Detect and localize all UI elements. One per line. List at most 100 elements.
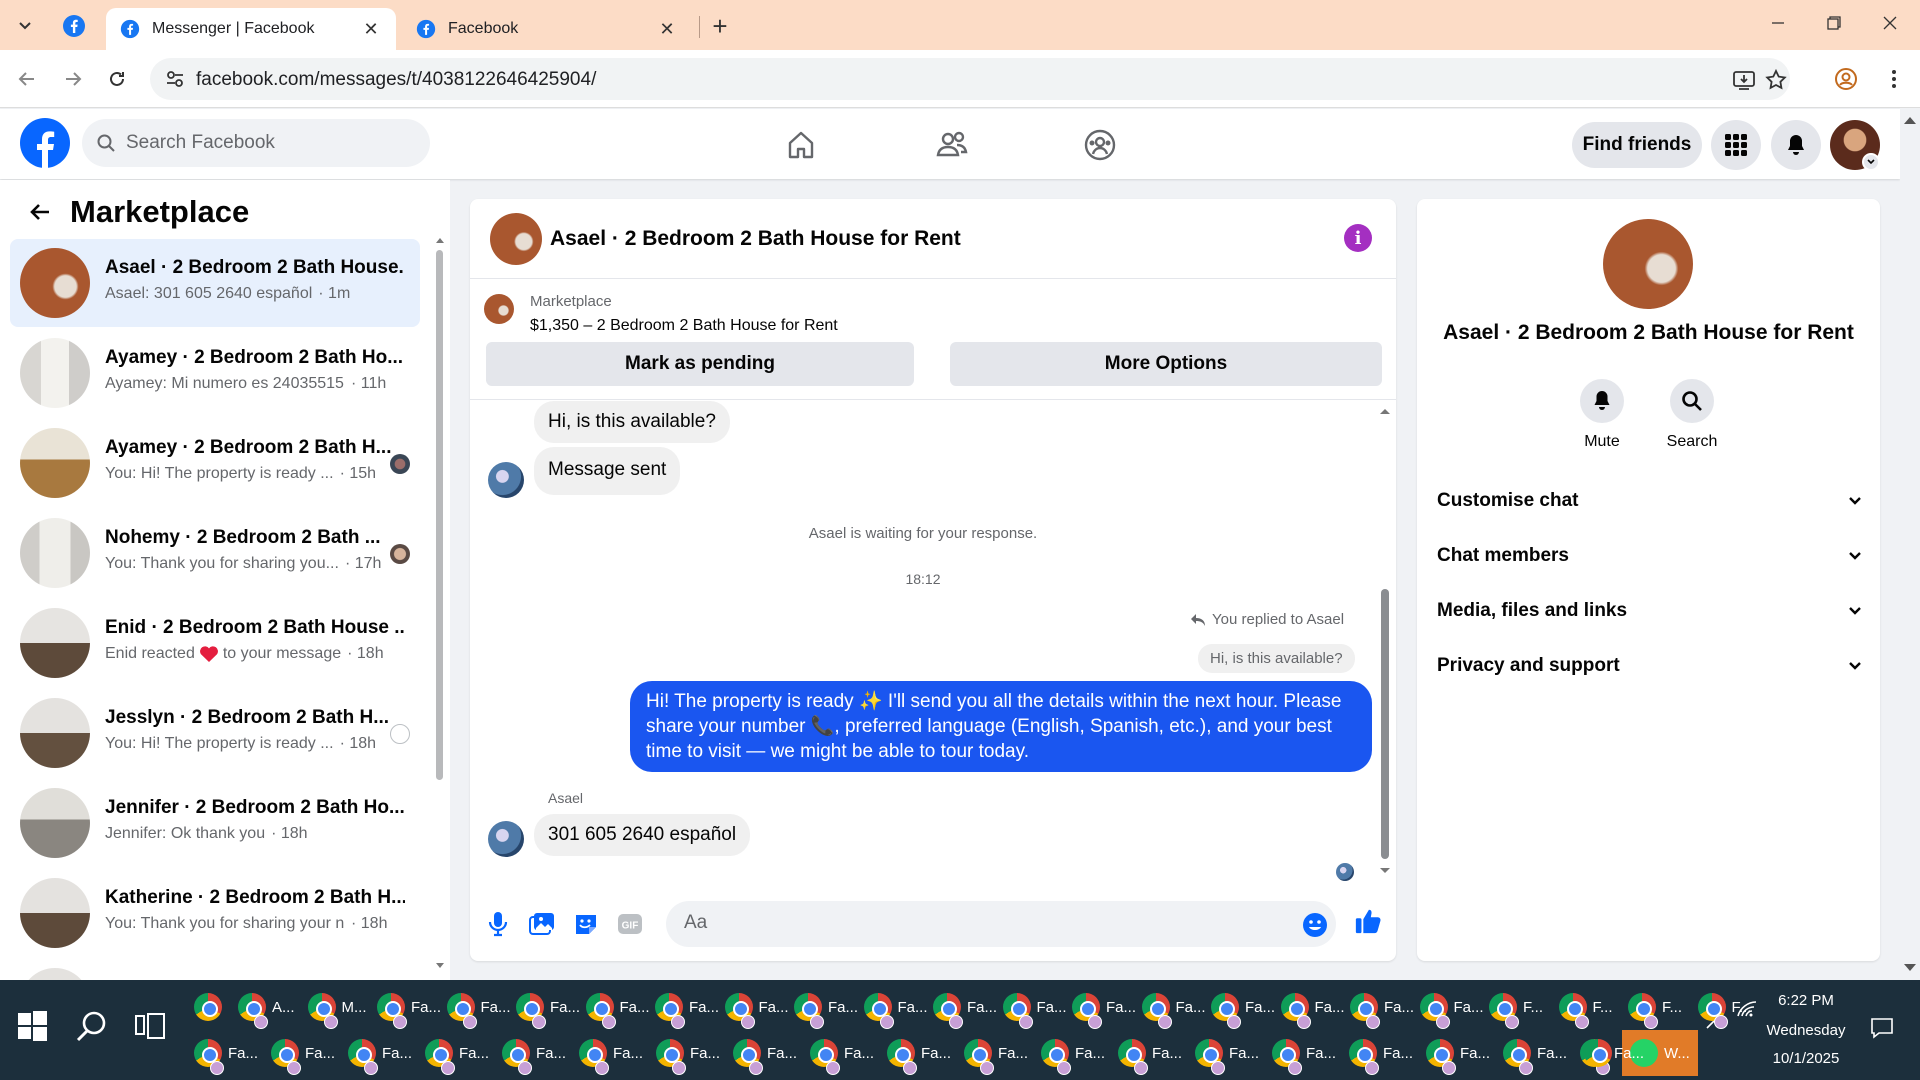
tab-messenger[interactable]: Messenger | Facebook ✕ <box>106 8 396 50</box>
search-icon[interactable] <box>72 1006 112 1046</box>
taskbar-app-item[interactable]: Fa... <box>502 1030 574 1076</box>
task-view-icon[interactable] <box>132 1008 168 1044</box>
taskbar-app-item[interactable]: Fa... <box>810 1030 882 1076</box>
restore-button[interactable] <box>1806 0 1862 46</box>
conversation-item[interactable]: Nohemy · 2 Bedroom 2 Bath ... You: Thank… <box>10 509 420 597</box>
taskbar-app-item[interactable]: Fa... <box>585 984 652 1030</box>
clock-time[interactable]: 6:22 PM <box>1756 992 1856 1009</box>
new-tab-button[interactable]: + <box>706 11 734 41</box>
taskbar-app-item[interactable]: F... <box>1628 984 1694 1030</box>
back-button[interactable] <box>12 64 42 94</box>
taskbar-app-item[interactable]: F... <box>1489 984 1555 1030</box>
friends-nav-button[interactable] <box>930 123 974 167</box>
taskbar-app-item[interactable]: Fa... <box>348 1030 420 1076</box>
taskbar-app-item[interactable]: Fa... <box>516 984 582 1030</box>
search-in-chat-button[interactable]: Search <box>1657 379 1727 451</box>
chat-members-row[interactable]: Chat members <box>1437 534 1863 578</box>
conversation-item[interactable]: Ayamey · 2 Bedroom 2 Bath Ho... Ayamey: … <box>10 329 420 417</box>
taskbar-app-item[interactable]: Fa... <box>1072 984 1138 1030</box>
profile-icon[interactable] <box>1832 65 1860 93</box>
taskbar-app-item[interactable]: Fa... <box>1419 984 1486 1030</box>
chat-title[interactable]: Asael · 2 Bedroom 2 Bath House for Rent <box>550 227 961 251</box>
conversation-item[interactable]: Jesslyn · 2 Bedroom 2 Bath H... You: Hi!… <box>10 689 420 777</box>
conversation-item[interactable]: Asael · 2 Bedroom 2 Bath House... Asael:… <box>10 239 420 327</box>
taskbar-app-item[interactable]: Fa... <box>1211 984 1277 1030</box>
taskbar-app-item[interactable]: Fa... <box>724 984 791 1030</box>
taskbar-app-item[interactable]: Fa... <box>733 1030 805 1076</box>
more-options-button[interactable]: More Options <box>950 342 1382 386</box>
close-tab-icon[interactable]: ✕ <box>360 18 382 40</box>
mark-as-pending-button[interactable]: Mark as pending <box>486 342 914 386</box>
conversation-item[interactable]: Enid · 2 Bedroom 2 Bath House ... Enid r… <box>10 599 420 687</box>
taskbar-app-item[interactable]: Fa... <box>1349 1030 1421 1076</box>
sticker-icon[interactable] <box>572 910 600 938</box>
taskbar-app-item[interactable]: A... <box>238 984 304 1030</box>
groups-nav-button[interactable] <box>1078 123 1122 167</box>
reload-button[interactable] <box>102 64 132 94</box>
windows-start-icon[interactable] <box>14 1008 50 1044</box>
taskbar-chrome[interactable] <box>194 984 222 1030</box>
tab-facebook[interactable]: Facebook ✕ <box>402 8 692 50</box>
like-thumbs-up-icon[interactable] <box>1354 907 1382 935</box>
taskbar-app-item[interactable]: Fa... <box>887 1030 959 1076</box>
search-input[interactable] <box>126 132 416 154</box>
chevron-down-icon[interactable] <box>1862 153 1880 171</box>
taskbar-app-item[interactable]: Fa... <box>1195 1030 1267 1076</box>
notification-center-icon[interactable] <box>1870 1016 1894 1040</box>
taskbar-app-item[interactable]: Fa... <box>1426 1030 1498 1076</box>
listing-thumbnail[interactable] <box>484 294 514 324</box>
chat-avatar[interactable] <box>490 213 542 265</box>
photo-icon[interactable] <box>528 910 556 938</box>
close-window-button[interactable] <box>1862 0 1918 46</box>
taskbar-app-item[interactable]: F... <box>1558 984 1625 1030</box>
taskbar-app-item[interactable]: M... <box>307 984 374 1030</box>
tab-search-chevron-icon[interactable] <box>12 12 38 38</box>
taskbar-app-item[interactable]: Fa... <box>579 1030 651 1076</box>
notifications-button[interactable] <box>1771 120 1821 170</box>
details-avatar[interactable] <box>1603 219 1693 309</box>
taskbar-app-item[interactable]: Fa... <box>1272 1030 1344 1076</box>
mute-button[interactable]: Mute <box>1567 379 1637 451</box>
taskbar-app-item[interactable]: Fa... <box>446 984 513 1030</box>
microphone-icon[interactable] <box>484 910 512 938</box>
menu-grid-button[interactable] <box>1711 120 1761 170</box>
bookmark-star-icon[interactable] <box>1764 68 1788 92</box>
taskbar-app-item[interactable]: Fa... <box>1503 1030 1575 1076</box>
emoji-icon[interactable] <box>1302 912 1328 938</box>
taskbar-app-item[interactable]: Fa... <box>425 1030 497 1076</box>
taskbar-app-item[interactable]: Fa... <box>863 984 930 1030</box>
info-icon[interactable]: i <box>1344 224 1372 252</box>
quoted-message[interactable]: Hi, is this available? <box>1198 644 1355 673</box>
close-tab-icon[interactable]: ✕ <box>656 18 678 40</box>
taskbar-app-item[interactable]: Fa... <box>1041 1030 1113 1076</box>
taskbar-app-item[interactable]: Fa... <box>933 984 999 1030</box>
browser-menu-icon[interactable] <box>1880 65 1908 93</box>
home-nav-button[interactable] <box>779 123 823 167</box>
taskbar-app-item[interactable]: Fa... <box>271 1030 343 1076</box>
list-scrollbar[interactable] <box>434 238 444 968</box>
taskbar-app-item[interactable]: Fa... <box>377 984 443 1030</box>
message-scrollbar[interactable] <box>1378 401 1392 881</box>
taskbar-app-item[interactable]: Fa... <box>794 984 860 1030</box>
conversation-item[interactable]: Ayamey · 2 Bedroom 2 Bath H... You: Hi! … <box>10 419 420 507</box>
address-bar[interactable]: facebook.com/messages/t/4038122646425904… <box>150 58 1790 100</box>
taskbar-app-item[interactable]: Fa... <box>656 1030 728 1076</box>
taskbar-app-item[interactable]: Fa... <box>1002 984 1069 1030</box>
scrollbar-thumb[interactable] <box>436 250 443 780</box>
back-arrow-icon[interactable] <box>24 196 56 228</box>
media-files-links-row[interactable]: Media, files and links <box>1437 589 1863 633</box>
taskbar-app-item[interactable]: Fa... <box>194 1030 266 1076</box>
message-bubble[interactable]: Hi, is this available? <box>534 401 730 443</box>
message-input[interactable] <box>684 912 1264 934</box>
conversation-item[interactable]: Jennifer · 2 Bedroom 2 Bath Ho... Jennif… <box>10 779 420 867</box>
taskbar-app-item[interactable]: F... <box>1697 984 1764 1030</box>
forward-button[interactable] <box>58 64 88 94</box>
my-message-bubble[interactable]: Hi! The property is ready ✨ I'll send yo… <box>630 681 1372 772</box>
find-friends-button[interactable]: Find friends <box>1572 122 1702 168</box>
pinned-tab-facebook[interactable] <box>60 12 88 40</box>
privacy-support-row[interactable]: Privacy and support <box>1437 644 1863 688</box>
facebook-search-box[interactable] <box>82 119 430 167</box>
message-bubble[interactable]: Message sent <box>534 447 681 495</box>
message-input-box[interactable] <box>666 901 1336 947</box>
site-info-icon[interactable] <box>164 68 186 90</box>
